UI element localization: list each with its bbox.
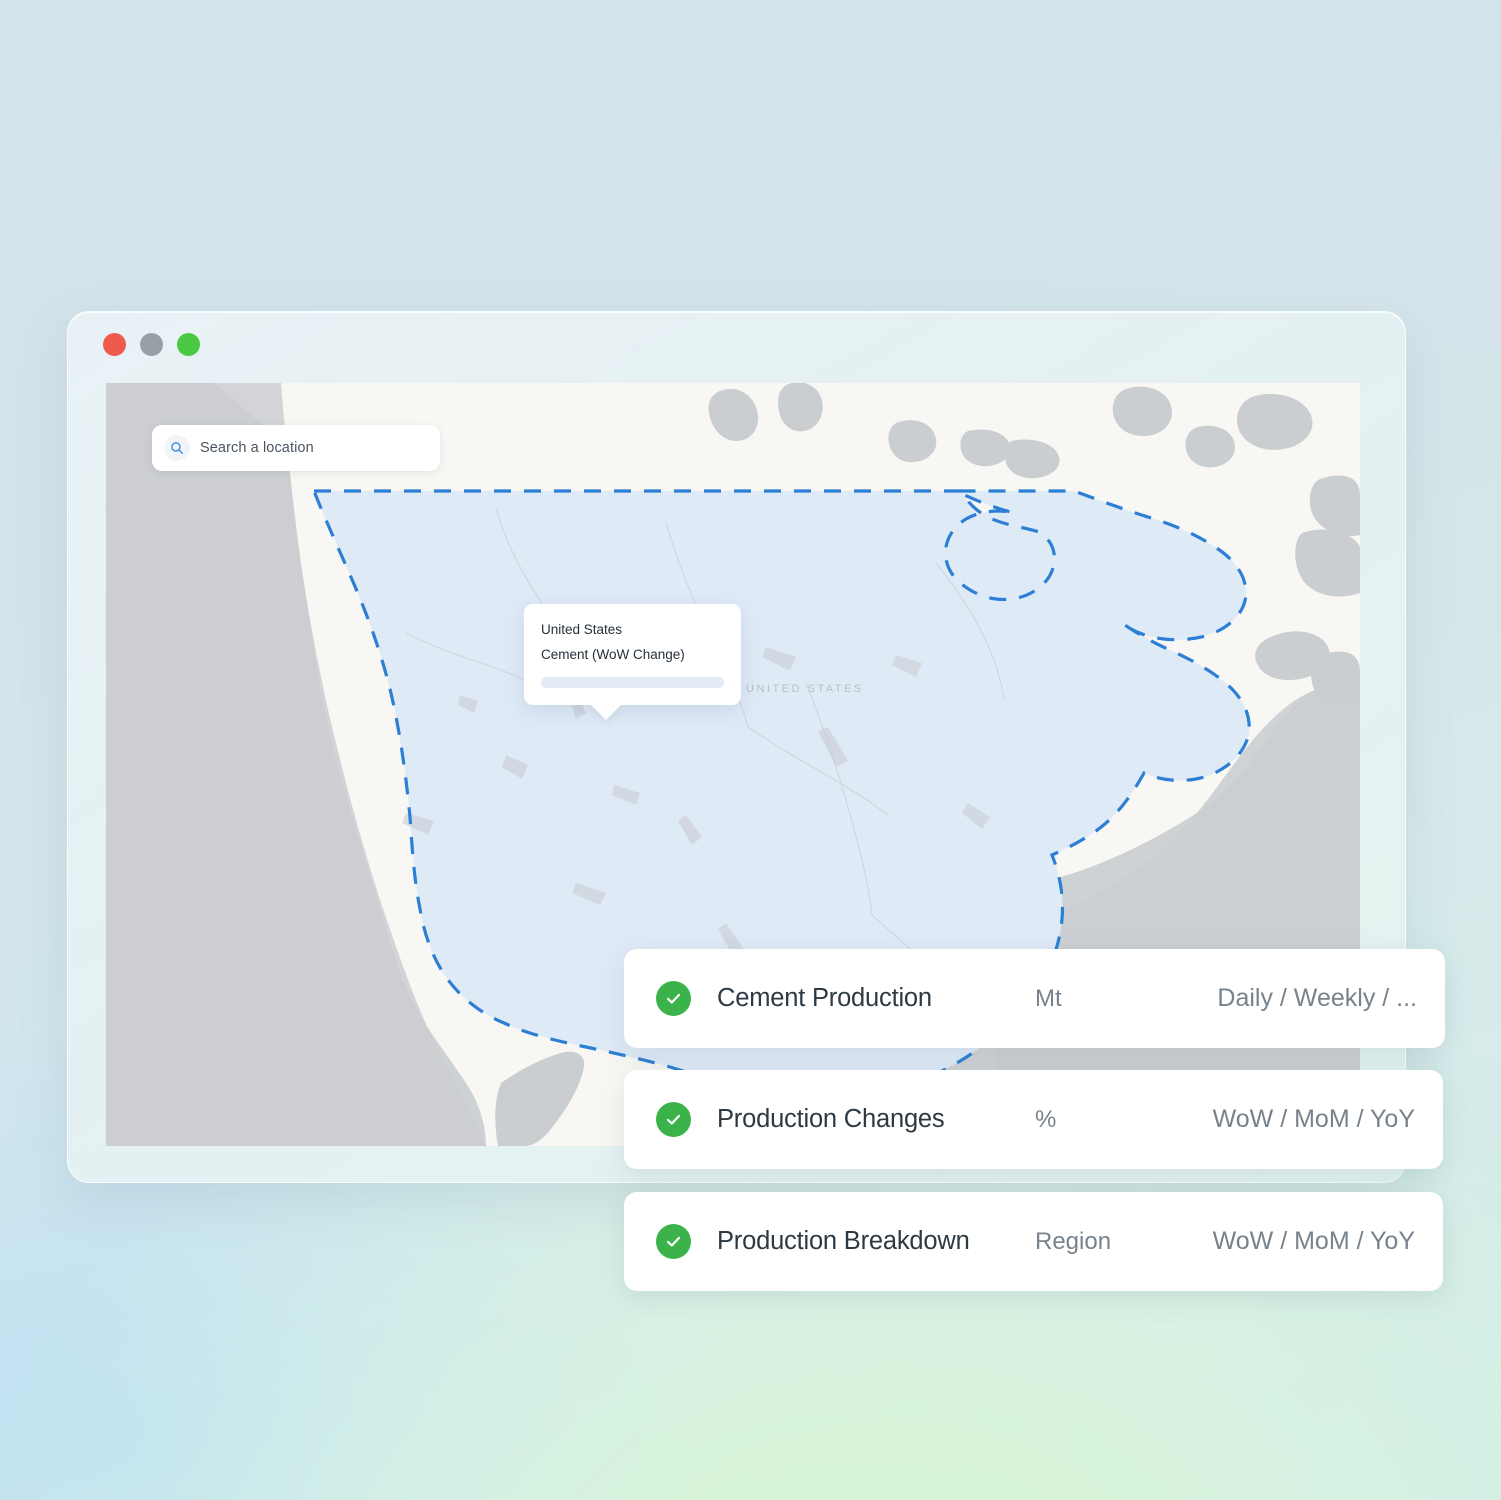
- search-icon: [164, 435, 190, 461]
- window-titlebar: [68, 312, 1405, 383]
- window-maximize-button[interactable]: [177, 333, 200, 356]
- metric-card-production-breakdown[interactable]: Production Breakdown Region WoW / MoM / …: [624, 1192, 1443, 1291]
- tooltip-pointer: [590, 704, 622, 720]
- metric-period: WoW / MoM / YoY: [1212, 1227, 1415, 1255]
- metric-unit: %: [1035, 1105, 1057, 1133]
- window-close-button[interactable]: [103, 333, 126, 356]
- map-tooltip: United States Cement (WoW Change): [524, 604, 741, 720]
- metric-card-production-changes[interactable]: Production Changes % WoW / MoM / YoY: [624, 1070, 1443, 1169]
- basemap-country-label: UNITED STATES: [746, 683, 864, 695]
- check-circle-icon: [656, 1102, 691, 1137]
- tooltip-subtitle: Cement (WoW Change): [541, 647, 685, 662]
- metric-card-cement-production[interactable]: Cement Production Mt Daily / Weekly / ..…: [624, 949, 1445, 1048]
- tooltip-title: United States: [541, 622, 623, 637]
- metric-period: Daily / Weekly / ...: [1217, 984, 1417, 1012]
- check-circle-icon: [656, 1224, 691, 1259]
- search-input[interactable]: Search a location: [152, 425, 440, 471]
- tooltip-value-placeholder: [541, 677, 724, 688]
- browser-window: UNITED STATES Search a location United S…: [67, 311, 1406, 1183]
- metric-name: Production Breakdown: [717, 1227, 970, 1255]
- search-placeholder-text: Search a location: [200, 440, 314, 456]
- metric-unit: Mt: [1035, 984, 1062, 1012]
- metric-name: Cement Production: [717, 984, 932, 1012]
- metric-period: WoW / MoM / YoY: [1212, 1105, 1415, 1133]
- window-minimize-button[interactable]: [140, 333, 163, 356]
- metric-name: Production Changes: [717, 1105, 945, 1133]
- metric-unit: Region: [1035, 1227, 1112, 1255]
- check-circle-icon: [656, 981, 691, 1016]
